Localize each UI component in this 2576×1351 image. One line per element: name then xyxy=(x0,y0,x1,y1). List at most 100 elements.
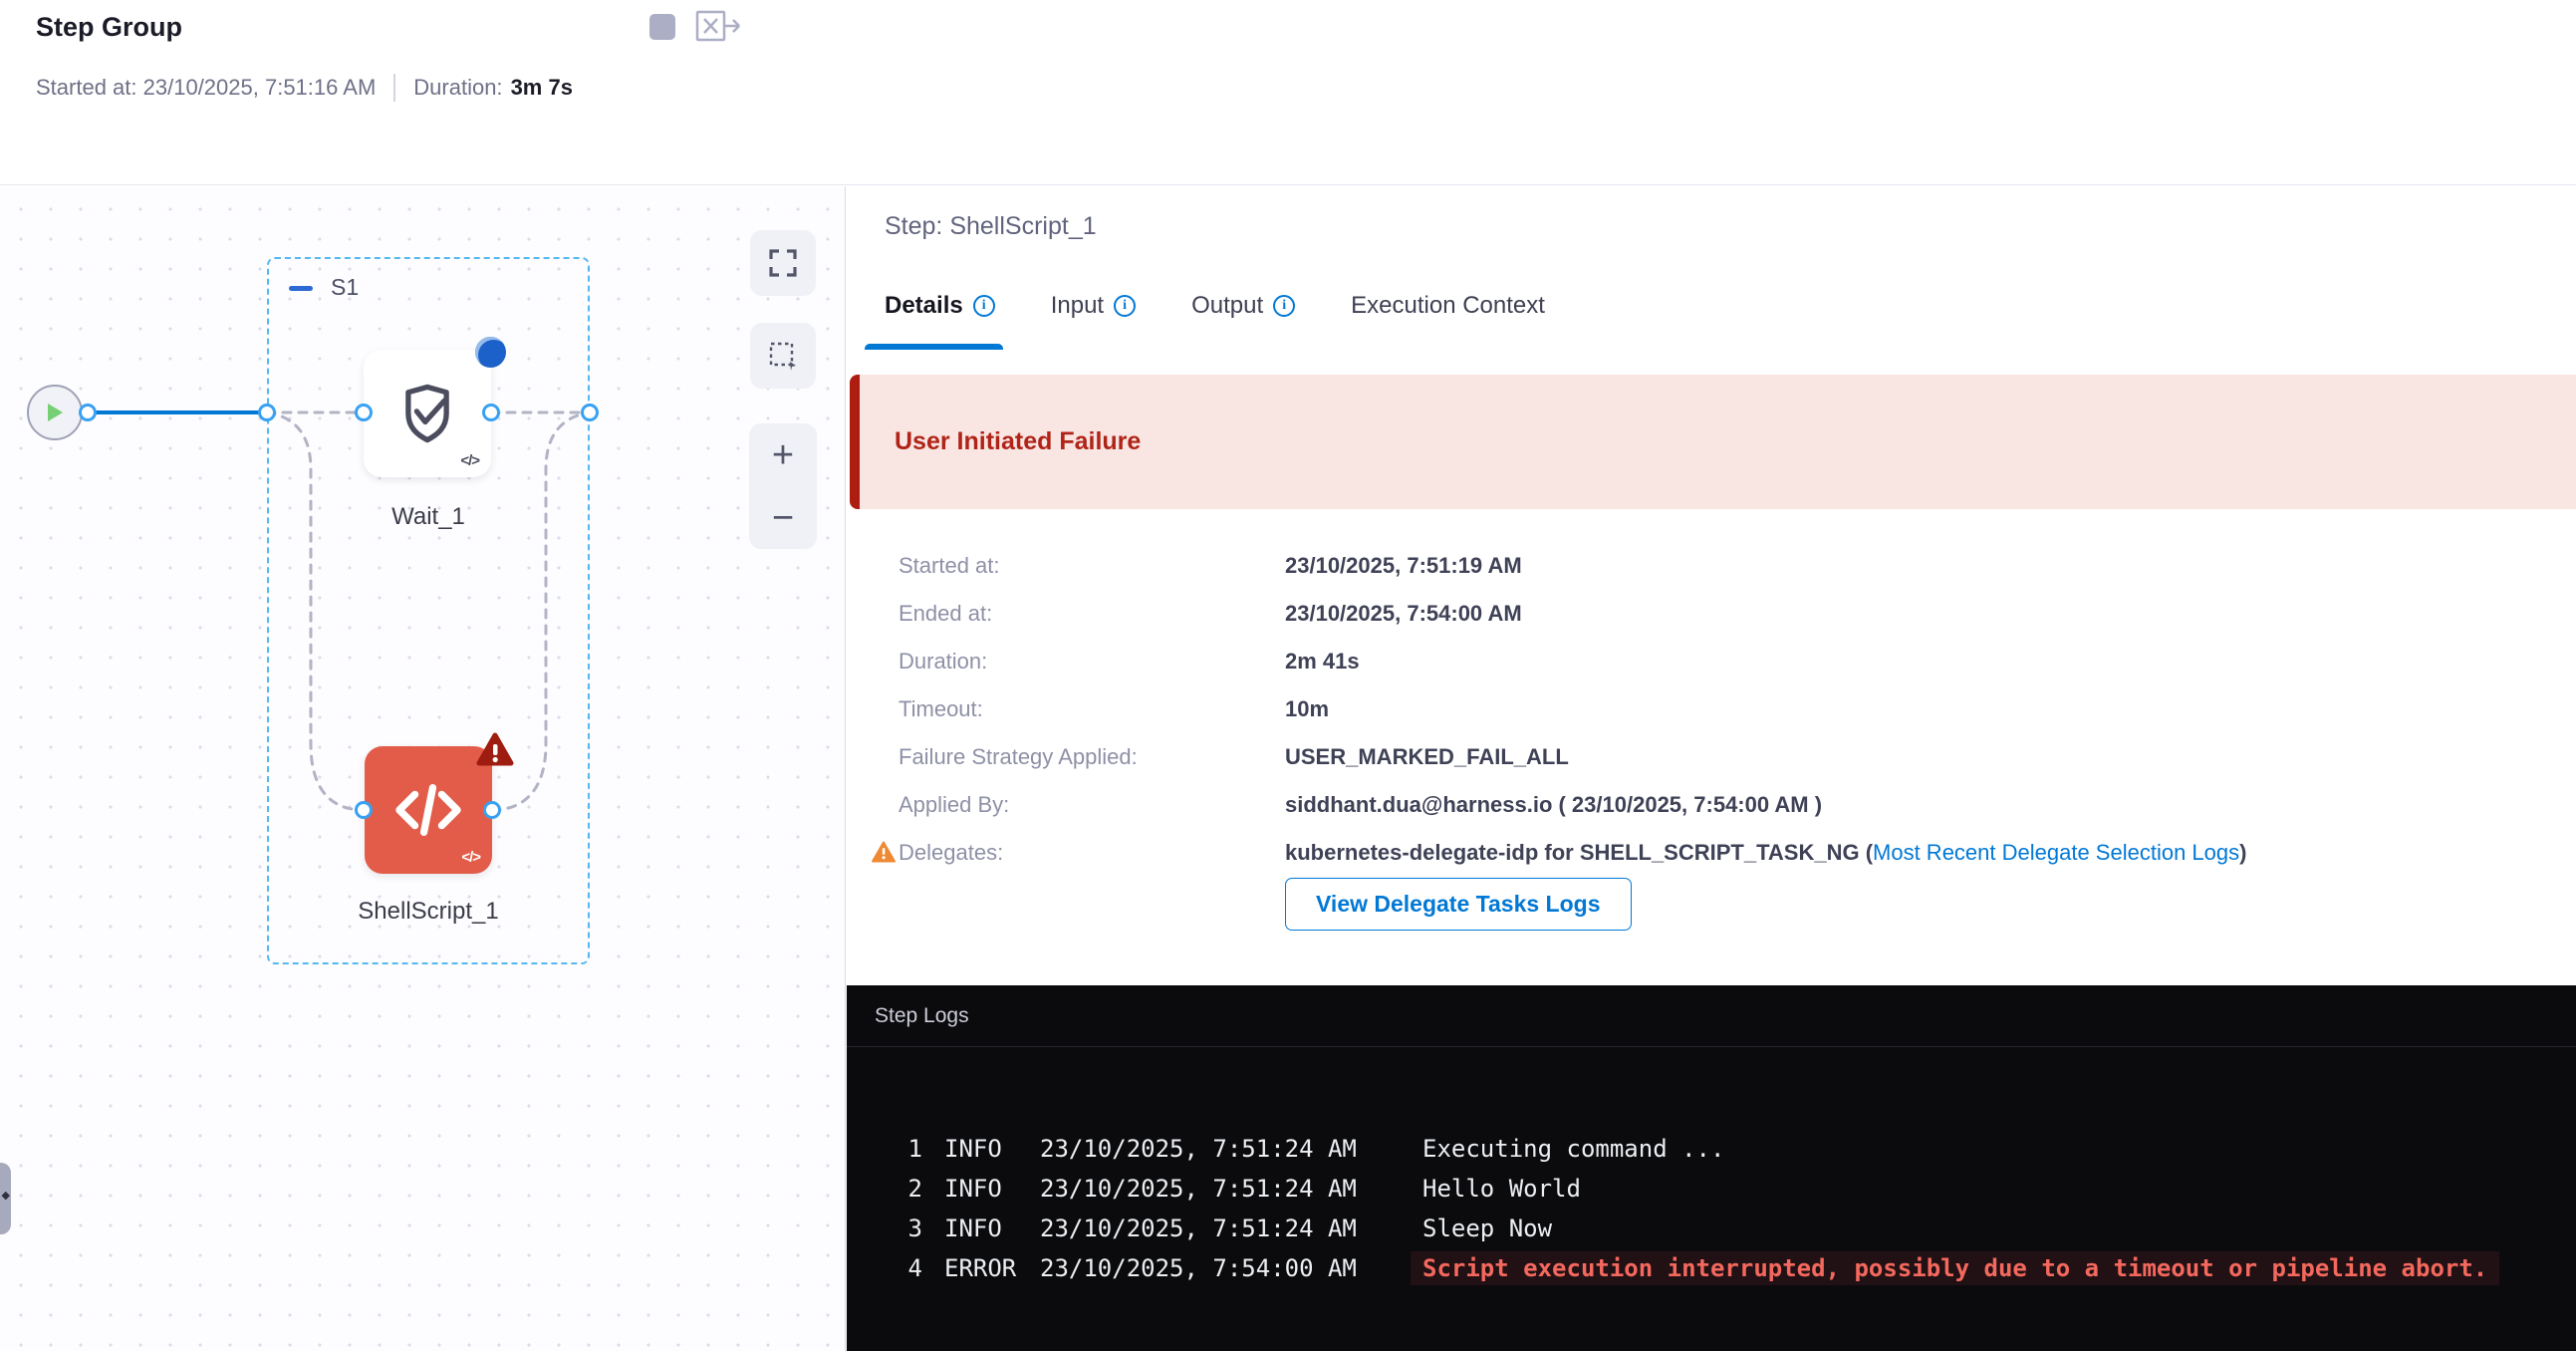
log-message: Executing command ... xyxy=(1422,1135,1724,1163)
detail-row: Applied By:siddhant.dua@harness.io ( 23/… xyxy=(899,781,2536,829)
connector-point xyxy=(79,404,97,421)
log-level: ERROR xyxy=(944,1254,1040,1282)
log-line-number: 4 xyxy=(906,1254,922,1282)
node-label-shellscript-1: ShellScript_1 xyxy=(339,898,518,926)
detail-label: Timeout: xyxy=(899,696,1285,722)
detail-value: kubernetes-delegate-idp for SHELL_SCRIPT… xyxy=(1285,840,2246,866)
log-level: INFO xyxy=(944,1135,1040,1163)
detail-value: 2m 41s xyxy=(1285,649,1360,675)
zoom-controls: + − xyxy=(749,423,817,549)
failure-banner: User Initiated Failure xyxy=(850,375,2576,509)
page-header: Step Group Started at: 23/10/2025, 7:51:… xyxy=(0,0,2576,185)
step-details-panel: Step: ShellScript_1 DetailsiInputiOutput… xyxy=(847,186,2576,1351)
log-message: Hello World xyxy=(1422,1175,1581,1203)
shield-check-icon xyxy=(393,380,461,447)
log-line: 3 INFO23/10/2025, 7:51:24 AMSleep Now xyxy=(847,1209,2576,1248)
log-line: 1 INFO23/10/2025, 7:51:24 AMExecuting com… xyxy=(847,1129,2576,1169)
failure-banner-text: User Initiated Failure xyxy=(895,427,1141,456)
connector-point xyxy=(355,801,373,819)
stop-square-icon[interactable] xyxy=(649,14,675,40)
step-logs-console: Step Logs 1INFO23/10/2025, 7:51:24 AMExe… xyxy=(847,985,2576,1351)
connector-point xyxy=(581,404,599,421)
log-message: Script execution interrupted, possibly d… xyxy=(1411,1251,2499,1285)
detail-row: Started at:23/10/2025, 7:51:19 AM xyxy=(899,542,2536,590)
tab-output[interactable]: Outputi xyxy=(1191,292,1295,350)
warning-icon xyxy=(872,841,896,863)
zoom-in-button[interactable]: + xyxy=(772,436,794,474)
log-level: INFO xyxy=(944,1175,1040,1203)
log-line-number: 2 xyxy=(906,1175,922,1203)
fullscreen-icon xyxy=(769,249,797,277)
start-node xyxy=(27,385,83,440)
detail-label: Failure Strategy Applied: xyxy=(899,744,1285,770)
play-icon xyxy=(45,402,65,423)
zoom-out-button[interactable]: − xyxy=(772,499,794,537)
connector-point xyxy=(483,801,501,819)
fit-to-screen-button[interactable] xyxy=(750,230,816,296)
log-line: 2 INFO23/10/2025, 7:51:24 AMHello World xyxy=(847,1169,2576,1209)
node-shellscript-1[interactable]: </> xyxy=(365,746,492,874)
details-list: Started at:23/10/2025, 7:51:19 AMEnded a… xyxy=(899,542,2536,877)
log-line: 4 ERROR23/10/2025, 7:54:00 AMScript execu… xyxy=(847,1248,2576,1288)
log-message: Sleep Now xyxy=(1422,1215,1552,1242)
code-icon xyxy=(390,774,466,846)
connector-point xyxy=(482,404,500,421)
tab-label: Output xyxy=(1191,292,1263,320)
log-output: 1INFO23/10/2025, 7:51:24 AMExecuting com… xyxy=(847,1047,2576,1288)
detail-value-prefix: kubernetes-delegate-idp for SHELL_SCRIPT… xyxy=(1285,840,1873,865)
collapse-group-icon[interactable] xyxy=(289,286,313,291)
detail-value: 23/10/2025, 7:54:00 AM xyxy=(1285,601,1522,627)
duration-text: Duration:3m 7s xyxy=(413,75,573,101)
started-at-text: Started at: 23/10/2025, 7:51:16 AM xyxy=(36,75,376,101)
detail-label: Ended at: xyxy=(899,601,1285,627)
abort-export-icon[interactable] xyxy=(695,8,745,44)
detail-value-suffix: ) xyxy=(2239,840,2246,865)
detail-row: Delegates:kubernetes-delegate-idp for SH… xyxy=(899,829,2536,877)
log-line-number: 3 xyxy=(906,1215,922,1242)
detail-row: Duration:2m 41s xyxy=(899,638,2536,685)
delegate-selection-logs-link[interactable]: Most Recent Delegate Selection Logs xyxy=(1873,840,2239,865)
node-wait-1[interactable]: </> xyxy=(364,350,491,477)
pipeline-canvas: S1 </> Wait_1 </> ShellScript_1 xyxy=(0,186,846,1351)
info-icon[interactable]: i xyxy=(1273,295,1295,317)
log-timestamp: 23/10/2025, 7:54:00 AM xyxy=(1040,1254,1422,1282)
log-timestamp: 23/10/2025, 7:51:24 AM xyxy=(1040,1215,1422,1242)
info-icon[interactable]: i xyxy=(1114,295,1136,317)
tab-execution-context[interactable]: Execution Context xyxy=(1351,292,1545,350)
page-title: Step Group xyxy=(36,12,182,43)
view-delegate-tasks-logs-button[interactable]: View Delegate Tasks Logs xyxy=(1285,878,1632,931)
tab-details[interactable]: Details i xyxy=(885,292,995,350)
detail-row: Timeout:10m xyxy=(899,685,2536,733)
failed-status-badge xyxy=(476,732,514,768)
detail-label: Duration: xyxy=(899,649,1285,675)
tab-label: Execution Context xyxy=(1351,292,1545,320)
log-timestamp: 23/10/2025, 7:51:24 AM xyxy=(1040,1135,1422,1163)
tab-input[interactable]: Inputi xyxy=(1051,292,1136,350)
node-label-wait-1: Wait_1 xyxy=(344,503,513,531)
marquee-select-button[interactable] xyxy=(750,323,816,389)
tab-label: Input xyxy=(1051,292,1104,320)
connector-point xyxy=(258,404,276,421)
connector-point xyxy=(355,404,373,421)
detail-label: Applied By: xyxy=(899,792,1285,818)
detail-value: 10m xyxy=(1285,696,1329,722)
detail-label: Delegates: xyxy=(899,840,1285,866)
info-icon[interactable]: i xyxy=(973,295,995,317)
tab-label: Details xyxy=(885,292,963,320)
detail-value: siddhant.dua@harness.io ( 23/10/2025, 7:… xyxy=(1285,792,1822,818)
log-timestamp: 23/10/2025, 7:51:24 AM xyxy=(1040,1175,1422,1203)
meta-divider xyxy=(393,74,395,102)
detail-value: 23/10/2025, 7:51:19 AM xyxy=(1285,553,1522,579)
log-line-number: 1 xyxy=(906,1135,922,1163)
detail-row: Failure Strategy Applied:USER_MARKED_FAI… xyxy=(899,733,2536,781)
left-panel-toggle-handle[interactable] xyxy=(0,1163,11,1234)
template-code-glyph: </> xyxy=(460,452,479,469)
log-level: INFO xyxy=(944,1215,1040,1242)
marquee-select-icon xyxy=(768,341,798,371)
detail-value: USER_MARKED_FAIL_ALL xyxy=(1285,744,1569,770)
execution-meta: Started at: 23/10/2025, 7:51:16 AM Durat… xyxy=(36,74,573,102)
detail-row: Ended at:23/10/2025, 7:54:00 AM xyxy=(899,590,2536,638)
group-label: S1 xyxy=(331,274,359,301)
detail-label: Started at: xyxy=(899,553,1285,579)
console-title: Step Logs xyxy=(847,985,2576,1047)
